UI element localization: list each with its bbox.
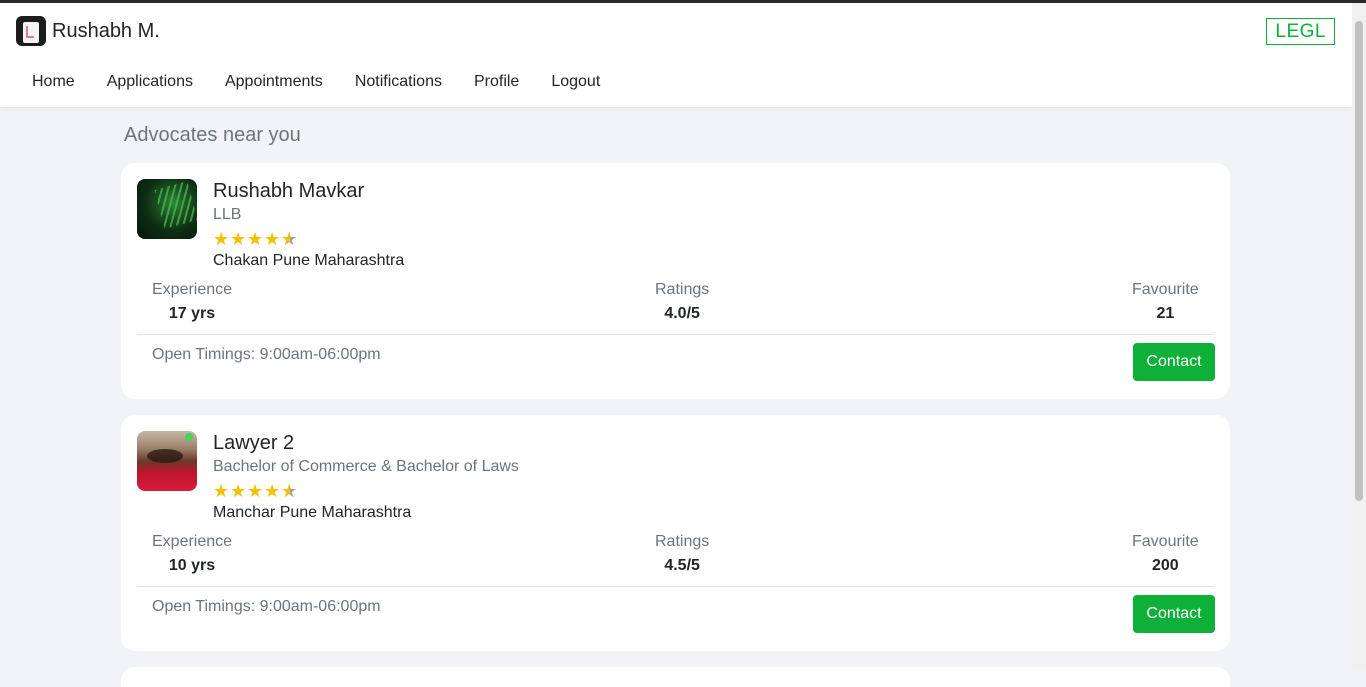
scrollbar[interactable]	[1352, 3, 1366, 671]
open-timings: Open Timings: 9:00am-06:00pm	[152, 346, 381, 363]
ratings-stat: Ratings 4.5/5	[655, 533, 709, 575]
star-icon: ★	[264, 481, 281, 501]
card-divider	[137, 334, 1214, 335]
nav-links: Home Applications Appointments Notificat…	[16, 73, 616, 91]
experience-label: Experience	[152, 533, 233, 550]
experience-value: 17 yrs	[168, 305, 216, 322]
nav-appointments[interactable]: Appointments	[209, 73, 339, 91]
contact-button[interactable]: Contact	[1133, 595, 1215, 633]
favourite-label: Favourite	[1132, 281, 1199, 298]
star-icon: ★	[230, 481, 247, 501]
favourite-value: 21	[1156, 305, 1175, 322]
section-title: Advocates near you	[124, 124, 301, 146]
ratings-label: Ratings	[655, 281, 710, 298]
star-rating: ★ ★ ★ ★ ★ ★	[213, 229, 298, 249]
star-icon: ★	[264, 229, 281, 249]
app-logo-icon	[16, 16, 46, 46]
favourite-value: 200	[1152, 557, 1179, 574]
advocate-name[interactable]: Rushabh Mavkar	[213, 180, 364, 203]
nav-logout[interactable]: Logout	[535, 73, 616, 91]
legl-brand-button[interactable]: LEGL	[1266, 18, 1335, 45]
advocate-degree: LLB	[213, 206, 242, 223]
star-icon: ★	[213, 229, 230, 249]
open-timings: Open Timings: 9:00am-06:00pm	[152, 598, 381, 615]
brand-name: Rushabh M.	[52, 19, 160, 42]
brand[interactable]: Rushabh M.	[16, 16, 160, 46]
star-icon: ★	[247, 229, 264, 249]
ratings-label: Ratings	[655, 533, 710, 550]
scrollbar-thumb[interactable]	[1355, 21, 1363, 501]
navbar: Rushabh M. LEGL Home Applications Appoin…	[0, 3, 1352, 107]
advocate-degree: Bachelor of Commerce & Bachelor of Laws	[213, 458, 519, 475]
card-divider	[137, 586, 1214, 587]
nav-home[interactable]: Home	[16, 73, 91, 91]
star-icon: ★	[247, 481, 264, 501]
star-icon: ★	[213, 481, 230, 501]
advocate-location: Chakan Pune Maharashtra	[213, 252, 405, 269]
advocate-card: Lawyer 2 Bachelor of Commerce & Bachelor…	[121, 415, 1230, 651]
advocate-avatar	[137, 179, 197, 239]
advocate-card-partial	[121, 667, 1230, 687]
experience-label: Experience	[152, 281, 233, 298]
advocate-avatar	[137, 431, 197, 491]
nav-applications[interactable]: Applications	[91, 73, 209, 91]
experience-stat: Experience 10 yrs	[152, 533, 232, 575]
favourite-stat: Favourite 21	[1132, 281, 1199, 323]
advocate-card: Rushabh Mavkar LLB ★ ★ ★ ★ ★ ★ Chakan Pun…	[121, 163, 1230, 399]
ratings-stat: Ratings 4.0/5	[655, 281, 709, 323]
star-icon: ★	[230, 229, 247, 249]
nav-notifications[interactable]: Notifications	[339, 73, 458, 91]
nav-profile[interactable]: Profile	[458, 73, 535, 91]
star-rating: ★ ★ ★ ★ ★ ★	[213, 481, 298, 501]
half-star-icon: ★ ★	[281, 481, 298, 501]
contact-button[interactable]: Contact	[1133, 343, 1215, 381]
ratings-value: 4.0/5	[664, 305, 700, 322]
favourite-label: Favourite	[1132, 533, 1199, 550]
experience-stat: Experience 17 yrs	[152, 281, 232, 323]
advocate-name[interactable]: Lawyer 2	[213, 432, 294, 455]
half-star-icon: ★ ★	[281, 229, 298, 249]
experience-value: 10 yrs	[168, 557, 216, 574]
ratings-value: 4.5/5	[664, 557, 700, 574]
favourite-stat: Favourite 200	[1132, 533, 1199, 575]
advocate-location: Manchar Pune Maharashtra	[213, 504, 412, 521]
